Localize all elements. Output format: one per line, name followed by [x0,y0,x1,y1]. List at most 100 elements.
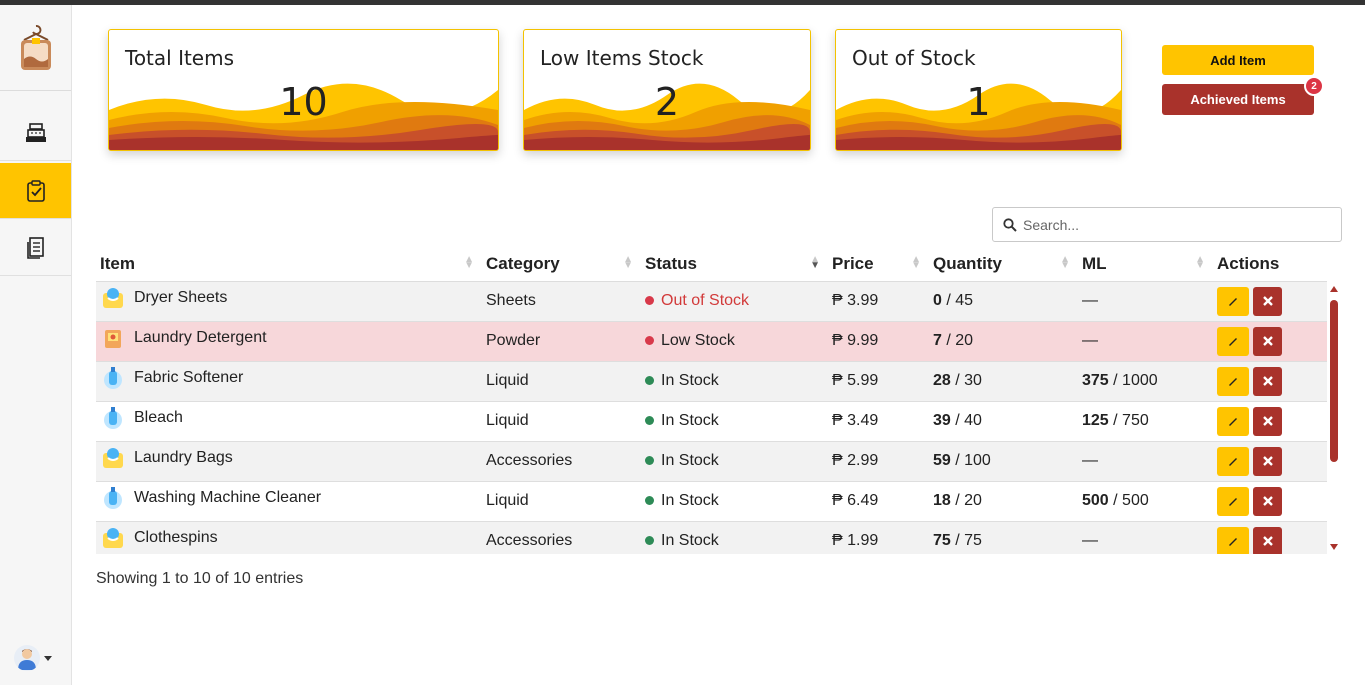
status-dot [645,336,654,345]
item-status: In Stock [641,441,828,482]
add-item-button[interactable]: Add Item [1162,45,1314,75]
column-header-status[interactable]: Status ▲ ▼ [641,247,828,282]
stat-card-title: Low Items Stock [540,46,704,70]
item-price: ₱ 6.49 [828,481,929,522]
item-category: Sheets [482,281,641,322]
column-header-ml[interactable]: ML ▲ ▼ [1078,247,1213,282]
stat-card-value: 2 [654,80,680,124]
close-icon [1262,536,1273,546]
status-dot [645,536,654,545]
close-icon [1262,416,1273,426]
bottle-icon [100,365,126,391]
item-quantity: 7 / 20 [929,321,1078,362]
table-row: Washing Machine Cleaner Liquid In Stock … [96,481,1327,522]
bottle-icon [100,405,126,431]
item-price: ₱ 3.49 [828,401,929,442]
close-icon [1262,456,1273,466]
item-status: In Stock [641,361,828,402]
edit-button[interactable] [1217,526,1249,554]
item-status: Low Stock [641,321,828,362]
delete-button[interactable] [1253,286,1282,316]
table-row: Laundry Bags Accessories In Stock ₱ 2.99… [96,441,1327,482]
stat-card-title: Out of Stock [852,46,976,70]
achieved-items-button[interactable]: Achieved Items 2 [1162,76,1324,115]
search-icon [1003,217,1017,232]
cash-register-icon [25,122,46,142]
achieved-count-badge: 2 [1304,76,1324,96]
delete-button[interactable] [1253,486,1282,516]
sidebar-item-pos[interactable] [0,105,71,161]
pencil-icon [1229,298,1237,306]
table-header-row: Item ▲ ▼ Category ▲ ▼ Status ▲ ▼ Price ▲ ▼ Quant… [96,247,1327,282]
table-scrollbar[interactable] [1329,286,1339,552]
item-name: Dryer Sheets [134,289,228,306]
search-box [992,207,1342,242]
delete-button[interactable] [1253,326,1282,356]
close-icon [1262,336,1273,346]
table-row: Clothespins Accessories In Stock ₱ 1.99 … [96,521,1327,554]
stat-card-total: Total Items 10 [108,29,499,151]
sidebar-item-inventory[interactable] [0,163,71,219]
edit-button[interactable] [1217,366,1249,396]
status-dot [645,456,654,465]
inventory-table: Item ▲ ▼ Category ▲ ▼ Status ▲ ▼ Price ▲ ▼ Quant… [96,247,1327,554]
item-ml: 375 / 1000 [1078,361,1213,402]
item-status: In Stock [641,521,828,554]
status-dot [645,496,654,505]
item-ml: 500 / 500 [1078,481,1213,522]
scroll-thumb[interactable] [1330,300,1338,462]
sidebar-item-reports[interactable] [0,220,71,276]
edit-button[interactable] [1217,326,1249,356]
stat-card-out-of-stock: Out of Stock 1 [835,29,1122,151]
table-row: Bleach Liquid In Stock ₱ 3.49 39 / 40 12… [96,401,1327,442]
receipt-icon [26,236,44,259]
status-dot [645,296,654,305]
app-logo[interactable] [0,5,71,91]
scroll-up-arrow-icon[interactable] [1330,286,1338,292]
user-avatar-icon [18,649,36,670]
edit-button[interactable] [1217,286,1249,316]
item-ml: — [1078,321,1213,362]
column-header-item[interactable]: Item ▲ ▼ [96,247,482,282]
sort-icon: ▲ ▼ [464,254,474,271]
laundry-basket-icon [100,445,126,471]
column-header-category[interactable]: Category ▲ ▼ [482,247,641,282]
table-row: Dryer Sheets Sheets Out of Stock ₱ 3.99 … [96,281,1327,322]
item-price: ₱ 3.99 [828,281,929,322]
item-name: Bleach [134,409,183,426]
column-header-price[interactable]: Price ▲ ▼ [828,247,929,282]
item-quantity: 28 / 30 [929,361,1078,402]
edit-button[interactable] [1217,486,1249,516]
column-header-quantity[interactable]: Quantity ▲ ▼ [929,247,1078,282]
edit-button[interactable] [1217,406,1249,436]
item-status: In Stock [641,401,828,442]
status-dot [645,416,654,425]
delete-button[interactable] [1253,406,1282,436]
delete-button[interactable] [1253,446,1282,476]
item-quantity: 75 / 75 [929,521,1078,554]
close-icon [1262,496,1273,506]
delete-button[interactable] [1253,526,1282,554]
sort-icon: ▲ ▼ [1195,254,1205,271]
edit-button[interactable] [1217,446,1249,476]
item-quantity: 59 / 100 [929,441,1078,482]
item-price: ₱ 5.99 [828,361,929,402]
item-name: Fabric Softener [134,369,244,386]
top-bar [0,0,1365,5]
item-price: ₱ 1.99 [828,521,929,554]
pencil-icon [1229,378,1237,386]
scroll-down-arrow-icon[interactable] [1330,544,1338,550]
item-category: Powder [482,321,641,362]
laundry-bag-logo-icon [20,24,51,70]
item-ml: — [1078,521,1213,554]
avatar [14,645,40,671]
achieved-items-label: Achieved Items [1190,92,1286,107]
user-menu[interactable] [14,645,52,671]
pencil-icon [1229,338,1237,346]
stat-card-title: Total Items [125,46,235,70]
sidebar [0,5,72,685]
search-input[interactable] [1023,216,1323,233]
item-ml: — [1078,281,1213,322]
delete-button[interactable] [1253,366,1282,396]
sort-icon: ▲ ▼ [1060,254,1070,271]
